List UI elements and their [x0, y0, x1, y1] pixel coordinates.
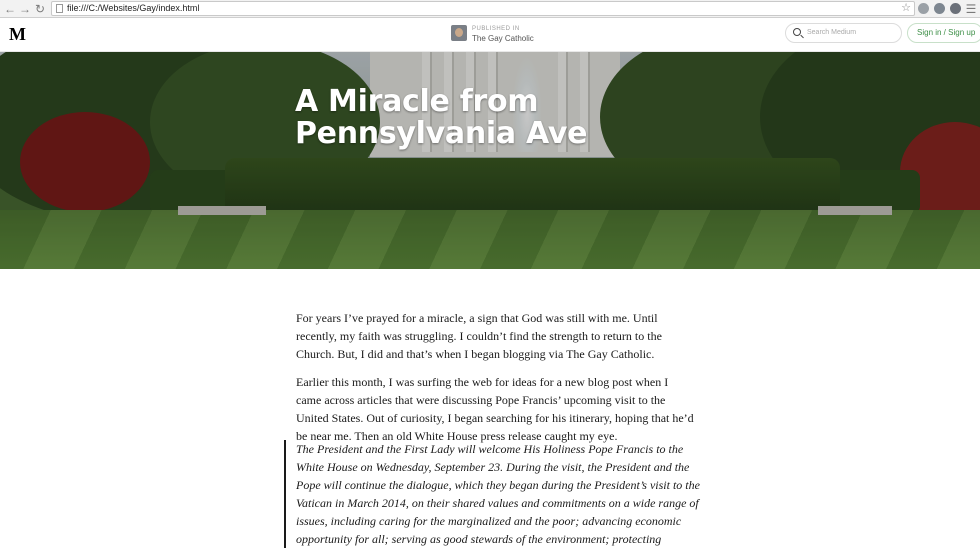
- paragraph: Earlier this month, I was surfing the we…: [296, 375, 694, 443]
- extension-icon[interactable]: [934, 3, 945, 14]
- signin-button[interactable]: Sign in / Sign up: [907, 23, 980, 43]
- site-header: M PUBLISHED IN The Gay Catholic Search M…: [0, 18, 980, 52]
- paragraph: For years I’ve prayed for a miracle, a s…: [296, 311, 662, 361]
- extension-icon[interactable]: [950, 3, 961, 14]
- address-bar[interactable]: file:///C:/Websites/Gay/index.html ☆: [51, 1, 915, 16]
- search-placeholder: Search Medium: [807, 29, 857, 36]
- search-box[interactable]: Search Medium: [785, 23, 902, 43]
- article-body: For years I’ve prayed for a miracle, a s…: [296, 309, 696, 455]
- medium-logo[interactable]: M: [9, 24, 26, 44]
- article-title: A Miracle from Pennsylvania Ave: [295, 84, 588, 151]
- forward-arrow-icon[interactable]: →: [18, 2, 32, 16]
- publication-name[interactable]: The Gay Catholic: [472, 33, 534, 44]
- reload-icon[interactable]: ↻: [33, 2, 47, 16]
- extension-icon[interactable]: [918, 3, 929, 14]
- hero-image: A Miracle from Pennsylvania Ave: [0, 52, 980, 269]
- browser-toolbar: ← → ↻ file:///C:/Websites/Gay/index.html…: [0, 0, 980, 18]
- search-icon: [793, 28, 801, 36]
- back-arrow-icon[interactable]: ←: [3, 2, 17, 16]
- page-icon: [56, 4, 63, 13]
- menu-icon[interactable]: ☰: [964, 2, 978, 16]
- publication-avatar: [451, 25, 467, 41]
- publication-label: PUBLISHED IN: [472, 26, 520, 32]
- address-url: file:///C:/Websites/Gay/index.html: [67, 3, 200, 13]
- bookmark-star-icon[interactable]: ☆: [901, 2, 911, 15]
- blockquote: The President and the First Lady will we…: [284, 440, 706, 548]
